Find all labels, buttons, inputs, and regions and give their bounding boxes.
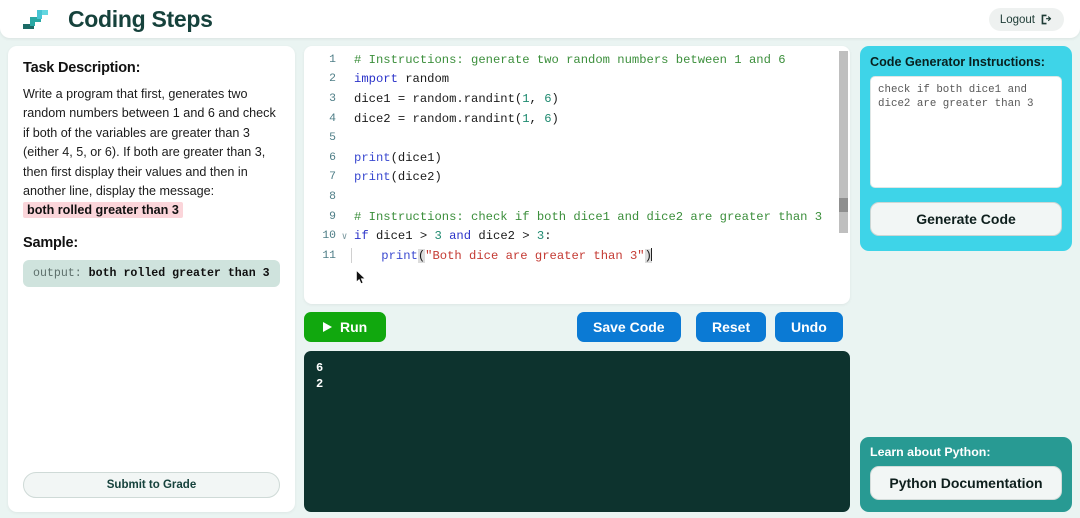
line-number: 4 (329, 112, 336, 125)
token-number: 6 (544, 111, 552, 126)
code-line[interactable]: 11 print("Both dice are greater than 3") (304, 246, 850, 266)
learn-python-heading: Learn about Python: (870, 445, 991, 459)
token-keyword: if (354, 229, 369, 244)
token-number: 3 (434, 229, 442, 244)
token-plain: dice1 > (368, 229, 435, 244)
code-editor[interactable]: 1 # Instructions: generate two random nu… (304, 46, 850, 304)
submit-to-grade-button[interactable]: Submit to Grade (23, 472, 280, 498)
app-header: Coding Steps Logout (0, 0, 1080, 38)
token-function: print (354, 150, 391, 165)
fold-chevron-icon[interactable]: ∨ (338, 231, 351, 242)
console-line: 6 (316, 361, 324, 375)
line-number: 11 (322, 249, 336, 262)
code-line[interactable]: 9 # Instructions: check if both dice1 an… (304, 207, 850, 227)
play-icon (323, 322, 332, 332)
text-caret (650, 248, 652, 262)
code-text: dice1 = random.randint(1, 6) (351, 92, 559, 106)
line-number: 7 (329, 171, 336, 184)
token-keyword: import (354, 72, 398, 87)
code-line[interactable]: 8 (304, 187, 850, 207)
token-plain: dice2 = random.randint( (354, 111, 523, 126)
line-number: 9 (329, 210, 336, 223)
page-title: Coding Steps (68, 5, 213, 32)
code-line[interactable]: 5 (304, 128, 850, 148)
sign-out-icon (1041, 14, 1052, 25)
generate-code-button[interactable]: Generate Code (870, 202, 1062, 236)
save-code-button[interactable]: Save Code (577, 312, 681, 342)
code-text: import random (351, 72, 449, 86)
code-line[interactable]: 6 print(dice1) (304, 148, 850, 168)
run-button[interactable]: Run (304, 312, 387, 342)
line-number: 6 (329, 151, 336, 164)
logout-button[interactable]: Logout (988, 8, 1064, 31)
code-line[interactable]: 3 dice1 = random.randint(1, 6) (304, 89, 850, 109)
code-text: # Instructions: generate two random numb… (354, 52, 786, 67)
line-number: 1 (329, 53, 336, 66)
token-plain: random (397, 72, 450, 87)
undo-button[interactable]: Undo (775, 312, 843, 342)
task-body: Write a program that first, generates tw… (23, 87, 276, 199)
code-text: print(dice2) (351, 170, 442, 184)
line-number: 5 (329, 132, 336, 145)
code-text: print("Both dice are greater than 3") (351, 248, 652, 264)
token-string: "Both dice are greater than 3" (425, 249, 645, 264)
line-number: 2 (329, 73, 336, 86)
sample-label: output: (33, 266, 89, 280)
task-highlight: both rolled greater than 3 (23, 202, 183, 219)
code-text: # Instructions: check if both dice1 and … (354, 209, 823, 224)
line-number: 3 (329, 92, 336, 105)
token-keyword: and (441, 229, 472, 244)
code-generator-heading: Code Generator Instructions: (870, 55, 1045, 69)
token-number: 1 (522, 111, 530, 126)
code-line[interactable]: 7 print(dice2) (304, 168, 850, 188)
editor-scrollbar-marker (839, 198, 848, 212)
reset-button[interactable]: Reset (696, 312, 767, 342)
code-generator-input[interactable] (870, 76, 1062, 188)
steps-logo-icon (23, 10, 48, 29)
console-output: 6 2 (304, 351, 850, 512)
code-line[interactable]: 4 dice2 = random.randint(1, 6) (304, 109, 850, 129)
run-label: Run (340, 319, 368, 335)
code-line[interactable]: 1 # Instructions: generate two random nu… (304, 50, 850, 70)
code-text: dice2 = random.randint(1, 6) (351, 112, 559, 126)
token-plain: dice2 > (471, 229, 537, 244)
token-plain: (dice1) (390, 150, 442, 165)
token-number: 1 (522, 91, 530, 106)
code-line[interactable]: 2 import random (304, 70, 850, 90)
token-function: print (354, 170, 391, 185)
app-root: Coding Steps Logout Task Description: Wr… (0, 0, 1080, 518)
task-description-heading: Task Description: (23, 60, 141, 76)
sample-heading: Sample: (23, 234, 79, 251)
code-editor-content[interactable]: 1 # Instructions: generate two random nu… (304, 46, 850, 304)
code-line[interactable]: 10 ∨ if dice1 > 3 and dice2 > 3: (304, 226, 850, 246)
token-function: print (381, 249, 418, 264)
token-plain: , (529, 111, 545, 126)
editor-scrollbar[interactable] (839, 48, 849, 302)
task-description-panel: Task Description: Write a program that f… (8, 46, 295, 512)
code-generator-panel: Code Generator Instructions: Generate Co… (860, 46, 1072, 251)
token-plain: : (544, 229, 552, 244)
editor-action-bar: Run Save Code Reset Undo (304, 312, 850, 342)
python-documentation-button[interactable]: Python Documentation (870, 466, 1062, 500)
console-line: 2 (316, 377, 324, 391)
token-plain: ) (551, 111, 559, 126)
sample-value: both rolled greater than 3 (88, 266, 270, 280)
line-number: 8 (329, 190, 336, 203)
task-description-text: Write a program that first, generates tw… (23, 85, 280, 221)
token-number: 6 (544, 91, 552, 106)
token-plain: (dice2) (390, 170, 442, 185)
code-text: print(dice1) (351, 151, 442, 165)
line-number: 10 (322, 230, 336, 243)
logout-label: Logout (999, 13, 1035, 26)
code-text: if dice1 > 3 and dice2 > 3: (351, 229, 552, 243)
token-plain: dice1 = random.randint( (354, 91, 523, 106)
mouse-pointer-icon (356, 270, 366, 285)
token-plain: ) (551, 91, 559, 106)
token-plain: , (529, 91, 545, 106)
sample-output-box: output: both rolled greater than 3 (23, 259, 280, 287)
learn-python-panel: Learn about Python: Python Documentation (860, 437, 1072, 512)
